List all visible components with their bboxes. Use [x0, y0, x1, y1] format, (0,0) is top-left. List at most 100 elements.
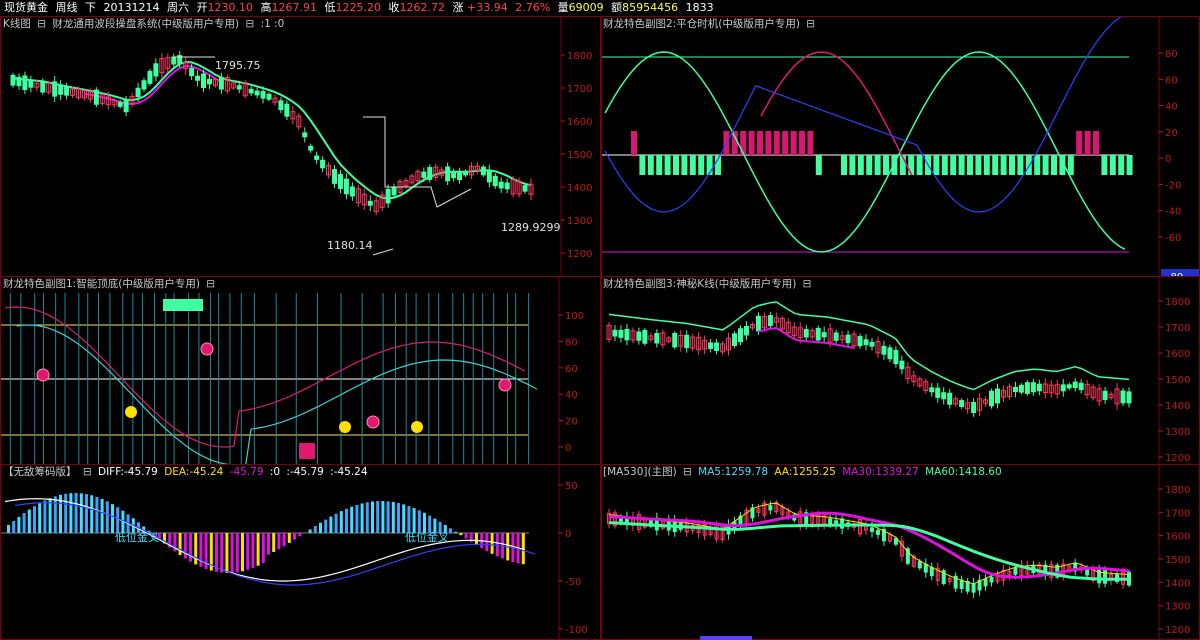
- kline-title[interactable]: K线图: [3, 18, 31, 30]
- macd-v5: :-45.79: [286, 466, 324, 478]
- kline-indicator-icon[interactable]: ⊟: [37, 18, 46, 30]
- ma-panel[interactable]: [MA530](主图) ⊟ MA5:1259.78 AA:1255.25 MA3…: [600, 464, 1200, 640]
- sub3-candle: [1120, 390, 1126, 404]
- symbol-name[interactable]: 现货黄金: [4, 1, 48, 14]
- macd-title[interactable]: 【无敌筹码版】: [3, 466, 77, 478]
- sub2-bar: [656, 155, 663, 175]
- sub2-panel[interactable]: 财龙特色副图2:平仓时机(中级版用户专用) ⊟ 80 60 40 20 0 -20 -40 -…: [600, 16, 1200, 277]
- macd-bar: [22, 513, 26, 533]
- macd-bar: [339, 511, 343, 533]
- date-value: 20131214: [103, 1, 160, 14]
- kline-tick-label: 1300: [567, 216, 592, 227]
- kline-candle: [236, 85, 242, 90]
- kline-annotation: 1289.9299: [501, 221, 561, 234]
- macd-v4: :0: [269, 466, 281, 478]
- macd-tick-label: 50: [565, 481, 578, 492]
- kline-panel[interactable]: K线图 ⊟ 财龙通用波段操盘系统(中级版用户专用) ⊟ :1 :0 1795.7…: [0, 16, 601, 277]
- scroll-indicator[interactable]: [700, 636, 752, 640]
- macd-bar: [459, 533, 463, 536]
- kline-candle: [302, 132, 308, 138]
- high-value: 1267.91: [271, 1, 318, 14]
- kline-candle: [480, 166, 486, 176]
- sub2-red-osc: [760, 51, 913, 176]
- macd-bar: [371, 501, 374, 533]
- amount-label: 额: [611, 1, 623, 14]
- kline-candle: [195, 75, 201, 81]
- sub2-bar: [1034, 155, 1041, 175]
- sub1-panel[interactable]: 财龙特色副图1:智能顶底(中级版用户专用) ⊟ 100 80 60 40 20 0: [0, 276, 601, 465]
- sub2-bar: [815, 155, 822, 175]
- sub2-title[interactable]: 财龙特色副图2:平仓时机(中级版用户专用): [603, 18, 800, 30]
- sub2-bar: [773, 131, 780, 155]
- sub2-bar: [883, 155, 889, 175]
- change-pct: 2.76%: [515, 1, 551, 14]
- sub2-collapse-icon[interactable]: ⊟: [806, 18, 815, 30]
- macd-bar: [402, 504, 406, 533]
- kline-chart[interactable]: 1795.75 1180.14 1289.9299 1800 1700 1600 1500 1…: [1, 17, 600, 276]
- kline-candle: [254, 90, 260, 96]
- extra-value: 1833: [685, 1, 714, 14]
- macd-bar: [27, 509, 31, 533]
- sub2-tick-label: 80: [1165, 49, 1178, 60]
- sub3-candle: [1102, 390, 1108, 400]
- macd-bar: [282, 533, 286, 547]
- sub2-bar: [1118, 155, 1125, 175]
- ma-tick-label: 1200: [1165, 625, 1190, 636]
- sub3-chart[interactable]: 1800 1700 1600 1500 1400 1300 1200: [601, 277, 1199, 464]
- kline-candle: [141, 80, 147, 90]
- kline-candle: [22, 75, 28, 91]
- macd-bar: [246, 533, 250, 570]
- macd-panel[interactable]: 【无敌筹码版】 ⊟ DIFF:-45.79 DEA:-45.24 -45.79 …: [0, 464, 601, 640]
- kline-indicator[interactable]: 财龙通用波段操盘系统(中级版用户专用): [52, 18, 239, 30]
- kline-tick-label: 1700: [567, 84, 592, 95]
- kline-params-icon[interactable]: ⊟: [245, 18, 254, 30]
- sub3-panel[interactable]: 财龙特色副图3:神秘K线(中级版用户专用) ⊟ 1800 1700 1600 1500…: [600, 276, 1200, 465]
- macd-chart[interactable]: 低位金叉 低位金叉 50 0 -50 -100: [1, 465, 600, 639]
- sub1-title[interactable]: 财龙特色副图1:智能顶底(中级版用户专用): [3, 278, 200, 290]
- sub2-chart[interactable]: 806040200-20-40-60-89: [601, 17, 1199, 276]
- sub3-collapse-icon[interactable]: ⊟: [803, 278, 812, 290]
- sub2-title-bar: 财龙特色副图2:平仓时机(中级版用户专用) ⊟: [603, 17, 818, 31]
- sub3-candle: [624, 328, 630, 341]
- sub2-bar: [799, 131, 805, 155]
- kline-candle: [332, 169, 338, 184]
- sub3-candle: [1060, 384, 1066, 392]
- high-label: 高: [260, 1, 272, 14]
- ma-title[interactable]: [MA530](主图): [603, 466, 677, 478]
- sub2-bar: [1042, 155, 1049, 175]
- sub3-candle: [989, 390, 995, 407]
- panel-divider[interactable]: [600, 16, 602, 640]
- sub3-candle: [767, 315, 773, 327]
- sub3-candle: [803, 329, 809, 338]
- macd-bar: [319, 522, 322, 533]
- kline-candle: [248, 88, 254, 94]
- macd-bar: [48, 498, 52, 533]
- kline-candle: [16, 76, 22, 87]
- sub2-bar: [992, 155, 999, 175]
- period-label[interactable]: 周线: [56, 1, 78, 14]
- sub3-title[interactable]: 财龙特色副图3:神秘K线(中级版用户专用): [603, 278, 796, 290]
- amount-value: 85954456: [622, 1, 679, 14]
- ma-candle: [1013, 567, 1018, 575]
- ma30-label: MA30:: [842, 466, 876, 478]
- ma-collapse-icon[interactable]: ⊟: [683, 466, 692, 478]
- ma-tick-label: 1500: [1165, 555, 1190, 566]
- kline-candle: [445, 166, 451, 182]
- macd-bar: [85, 494, 88, 533]
- sub1-chart[interactable]: 100 80 60 40 20 0: [1, 277, 600, 464]
- sub2-bar: [748, 131, 755, 155]
- kline-candle: [147, 70, 153, 84]
- sub2-bar: [647, 155, 654, 175]
- macd-bar: [116, 507, 120, 533]
- macd-tick-label: -100: [565, 625, 588, 636]
- macd-collapse-icon[interactable]: ⊟: [83, 466, 92, 478]
- sub1-collapse-icon[interactable]: ⊟: [206, 278, 215, 290]
- sub1-sell-dot: [498, 378, 512, 392]
- ma-chart[interactable]: 1800 1700 1600 1500 1400 1300 1200: [601, 465, 1199, 639]
- sub3-candle: [642, 330, 648, 344]
- sub2-bar: [941, 155, 948, 175]
- kline-ma-up-line: [84, 64, 222, 106]
- sub3-candle: [899, 360, 905, 370]
- sub1-sell-dot: [36, 368, 50, 382]
- sub1-buy-dot: [125, 406, 137, 418]
